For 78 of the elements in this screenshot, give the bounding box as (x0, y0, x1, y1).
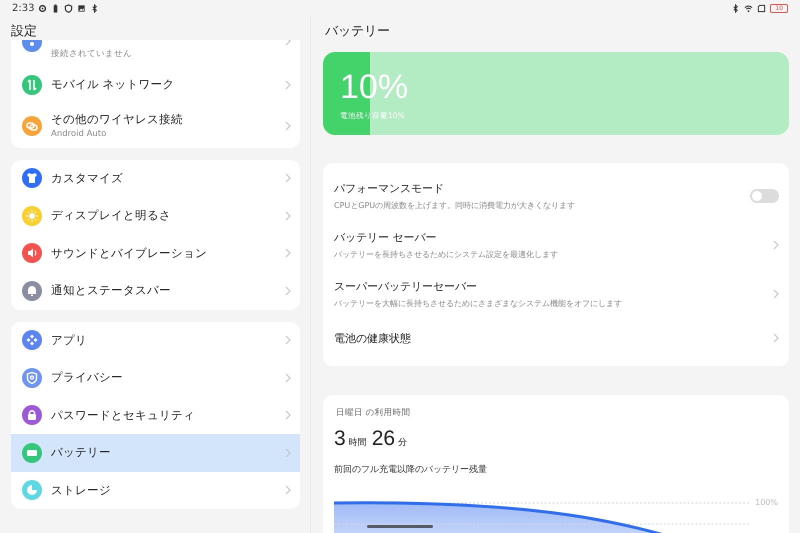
sidebar-item[interactable]: アプリ (11, 322, 300, 359)
bell-icon (22, 280, 42, 301)
sidebar-item[interactable]: ストレージ (11, 472, 300, 509)
setting-description: バッテリーを長持ちさせるためにシステム設定を最適化します (334, 248, 559, 260)
bluetooth-icon (90, 4, 100, 12)
gear-icon (38, 4, 48, 12)
chevron-right-icon (285, 335, 291, 346)
bluetooth-icon (731, 4, 740, 12)
apps-icon (22, 330, 42, 350)
shield-icon (22, 368, 42, 388)
chevron-right-icon (285, 372, 291, 383)
chevron-right-icon (773, 333, 779, 343)
setting-row[interactable]: 電池の健康状態 (323, 318, 789, 358)
item-label: カスタマイズ (51, 170, 124, 186)
sim-card-icon (757, 4, 766, 12)
toggle-switch[interactable] (750, 188, 779, 202)
sidebar-item[interactable]: その他のワイヤレス接続 Android Auto (11, 104, 300, 148)
item-label: サウンドとバイブレーション (51, 246, 208, 261)
item-label: バッテリー (51, 445, 112, 460)
usage-hours: 3 (334, 427, 346, 451)
sidebar-item[interactable]: モバイル ネットワーク (11, 66, 300, 104)
item-label: パスワードとセキュリティ (51, 408, 196, 423)
chevron-right-icon (285, 120, 291, 130)
sidebar-item[interactable]: プライバシー (11, 359, 300, 396)
setting-row[interactable]: パフォーマンスモード CPUとGPUの周波数を上げます。同時に消費電力が大きくなります (323, 171, 789, 220)
setting-row[interactable]: バッテリー セーバー バッテリーを長持ちさせるためにシステム設定を最適化します (323, 220, 789, 269)
sidebar-item[interactable]: サウンドとバイブレーション (11, 234, 300, 272)
setting-title: 電池の健康状態 (334, 330, 412, 346)
gesture-bar[interactable] (367, 525, 433, 528)
chart-title: 前回のフル充電以降のバッテリー残量 (334, 464, 488, 476)
chevron-right-icon (285, 448, 291, 458)
item-sublabel: 接続されていません (51, 48, 133, 60)
chevron-right-icon (285, 410, 291, 420)
mobile-icon (22, 74, 42, 95)
lock-icon (22, 405, 42, 426)
setting-title: パフォーマンスモード (334, 180, 445, 196)
battery-icon (51, 4, 60, 12)
chevron-right-icon (285, 485, 291, 496)
chevron-right-icon (285, 210, 291, 221)
shield-icon (64, 4, 74, 12)
clock-time: 2:33 (12, 2, 34, 14)
usage-minutes: 26 (372, 427, 396, 451)
chevron-right-icon (773, 240, 779, 250)
sidebar-item[interactable]: 通知とステータスバー (11, 272, 300, 310)
sound-icon (22, 243, 42, 264)
sidebar-item[interactable]: パスワードとセキュリティ (11, 396, 300, 434)
storage-icon (22, 480, 42, 500)
sun-icon (22, 206, 42, 226)
chevron-right-icon (285, 80, 291, 90)
usage-label: 日曜日 の利用時間 (336, 407, 412, 419)
setting-description: バッテリーを大幅に長持ちさせるためにさまざまなシステム機能をオフにします (334, 298, 623, 308)
item-sublabel: Android Auto (51, 129, 108, 139)
chevron-right-icon (285, 248, 291, 258)
battery-icon (22, 442, 42, 463)
minutes-unit: 分 (398, 436, 408, 449)
hours-unit: 時間 (348, 436, 367, 449)
shirt-icon (22, 168, 42, 188)
setting-title: バッテリー セーバー (334, 230, 438, 244)
item-label: プライバシー (51, 370, 124, 386)
item-label: その他のワイヤレス接続 (51, 112, 184, 127)
item-label: アプリ (51, 332, 88, 348)
item-label: ディスプレイと明るさ (51, 208, 172, 224)
item-label: 通知とステータスバー (51, 283, 172, 298)
sidebar-item[interactable]: カスタマイズ (11, 160, 300, 197)
sidebar-item[interactable]: ディスプレイと明るさ (11, 197, 300, 234)
image-icon (77, 4, 86, 12)
chevron-right-icon (285, 173, 291, 184)
sidebar-item[interactable]: バッテリー (11, 434, 300, 472)
gridline-label: 100% (755, 498, 778, 507)
chevron-right-icon (285, 286, 291, 296)
chevron-right-icon (773, 288, 779, 298)
item-label: モバイル ネットワーク (51, 77, 176, 92)
setting-row[interactable]: スーパーバッテリーセーバー バッテリーを大幅に長持ちさせるためにさまざまなシステム機能をオフにします (323, 269, 789, 318)
link-icon (22, 116, 42, 136)
setting-title: スーパーバッテリーセーバー (334, 278, 478, 294)
item-label: ストレージ (51, 482, 112, 498)
setting-description: CPUとGPUの周波数を上げます。同時に消費電力が大きくなります (334, 200, 576, 210)
sidebar-item[interactable]: 接続されていません (11, 40, 300, 66)
